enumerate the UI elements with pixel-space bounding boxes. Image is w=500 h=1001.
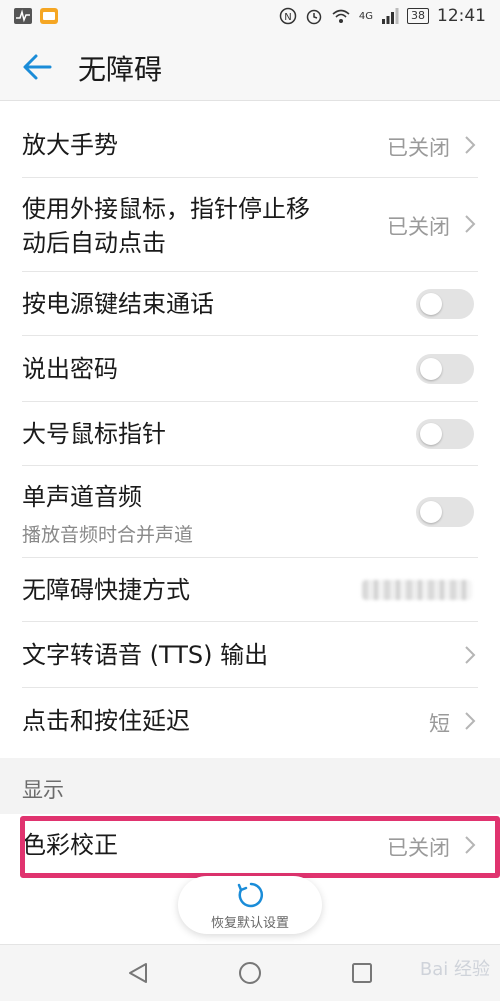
- setting-subtitle: 播放音频时合并声道: [22, 524, 194, 546]
- setting-tts-output[interactable]: 文字转语音 (TTS) 输出: [0, 622, 500, 688]
- page-title: 无障碍: [78, 53, 163, 86]
- setting-label: 单声道音频: [22, 483, 142, 511]
- status-time: 12:41: [437, 6, 486, 26]
- restore-defaults-label: 恢复默认设置: [210, 916, 289, 931]
- setting-auto-click[interactable]: 使用外接鼠标，指针停止移 动后自动点击 已关闭: [0, 178, 500, 272]
- watermark: Bai 经验: [419, 959, 490, 980]
- setting-speak-passwords[interactable]: 说出密码: [0, 336, 500, 402]
- system-nav-bar: Bai 经验: [0, 944, 500, 1001]
- section-label: 显示: [22, 778, 64, 802]
- setting-magnification-gesture[interactable]: 放大手势 已关闭: [0, 112, 500, 178]
- setting-label-line1: 使用外接鼠标，指针停止移: [22, 195, 310, 223]
- power-button-end-call-toggle[interactable]: [416, 289, 474, 319]
- toggle-knob: [420, 293, 442, 315]
- setting-value: 已关闭: [387, 215, 450, 239]
- chevron-right-icon: [465, 712, 476, 730]
- chevron-right-icon: [465, 646, 476, 664]
- section-header-display: 显示: [0, 758, 500, 814]
- setting-label: 大号鼠标指针: [22, 420, 166, 448]
- toggle-knob: [420, 423, 442, 445]
- setting-value: 已关闭: [387, 136, 450, 160]
- setting-power-button-ends-call[interactable]: 按电源键结束通话: [0, 272, 500, 336]
- setting-touch-hold-delay[interactable]: 点击和按住延迟 短: [0, 688, 500, 756]
- setting-label: 放大手势: [22, 131, 118, 159]
- blurred-value: [362, 580, 472, 600]
- speak-passwords-toggle[interactable]: [416, 354, 474, 384]
- setting-label: 点击和按住延迟: [22, 707, 190, 735]
- chevron-right-icon: [465, 136, 476, 154]
- network-type-label: 4G: [358, 10, 373, 22]
- home-circle-icon[interactable]: [238, 961, 262, 985]
- setting-label: 无障碍快捷方式: [22, 576, 190, 604]
- nfc-icon: N: [279, 7, 297, 25]
- highlight-annotation-box: [20, 816, 500, 878]
- restore-defaults-button[interactable]: 恢复默认设置: [178, 876, 322, 934]
- mono-audio-toggle[interactable]: [416, 497, 474, 527]
- setting-label: 说出密码: [22, 355, 118, 383]
- large-pointer-toggle[interactable]: [416, 419, 474, 449]
- app-notification-icon: [40, 8, 58, 24]
- setting-accessibility-shortcut[interactable]: 无障碍快捷方式: [0, 558, 500, 622]
- setting-large-mouse-pointer[interactable]: 大号鼠标指针: [0, 402, 500, 466]
- back-arrow-icon[interactable]: [22, 50, 54, 84]
- setting-label: 按电源键结束通话: [22, 290, 214, 318]
- app-header: 无障碍: [0, 36, 500, 101]
- recents-square-icon[interactable]: [350, 961, 374, 985]
- chevron-right-icon: [465, 215, 476, 233]
- setting-mono-audio[interactable]: 单声道音频 播放音频时合并声道: [0, 466, 500, 558]
- toggle-knob: [420, 358, 442, 380]
- settings-list: 放大手势 已关闭 使用外接鼠标，指针停止移 动后自动点击 已关闭 按电源键结束通…: [0, 102, 500, 758]
- setting-value: 短: [429, 712, 450, 736]
- wifi-icon: [332, 9, 350, 23]
- svg-text:N: N: [284, 12, 291, 23]
- setting-label-line2: 动后自动点击: [22, 229, 166, 257]
- setting-label: 文字转语音 (TTS) 输出: [22, 641, 269, 669]
- activity-icon: [14, 8, 32, 24]
- alarm-icon: [306, 9, 322, 25]
- status-bar: N 4G 38 12:41: [0, 0, 500, 36]
- battery-indicator: 38: [407, 8, 429, 24]
- refresh-icon: [237, 882, 264, 908]
- signal-icon: [382, 8, 399, 24]
- back-triangle-icon[interactable]: [126, 961, 150, 985]
- toggle-knob: [420, 501, 442, 523]
